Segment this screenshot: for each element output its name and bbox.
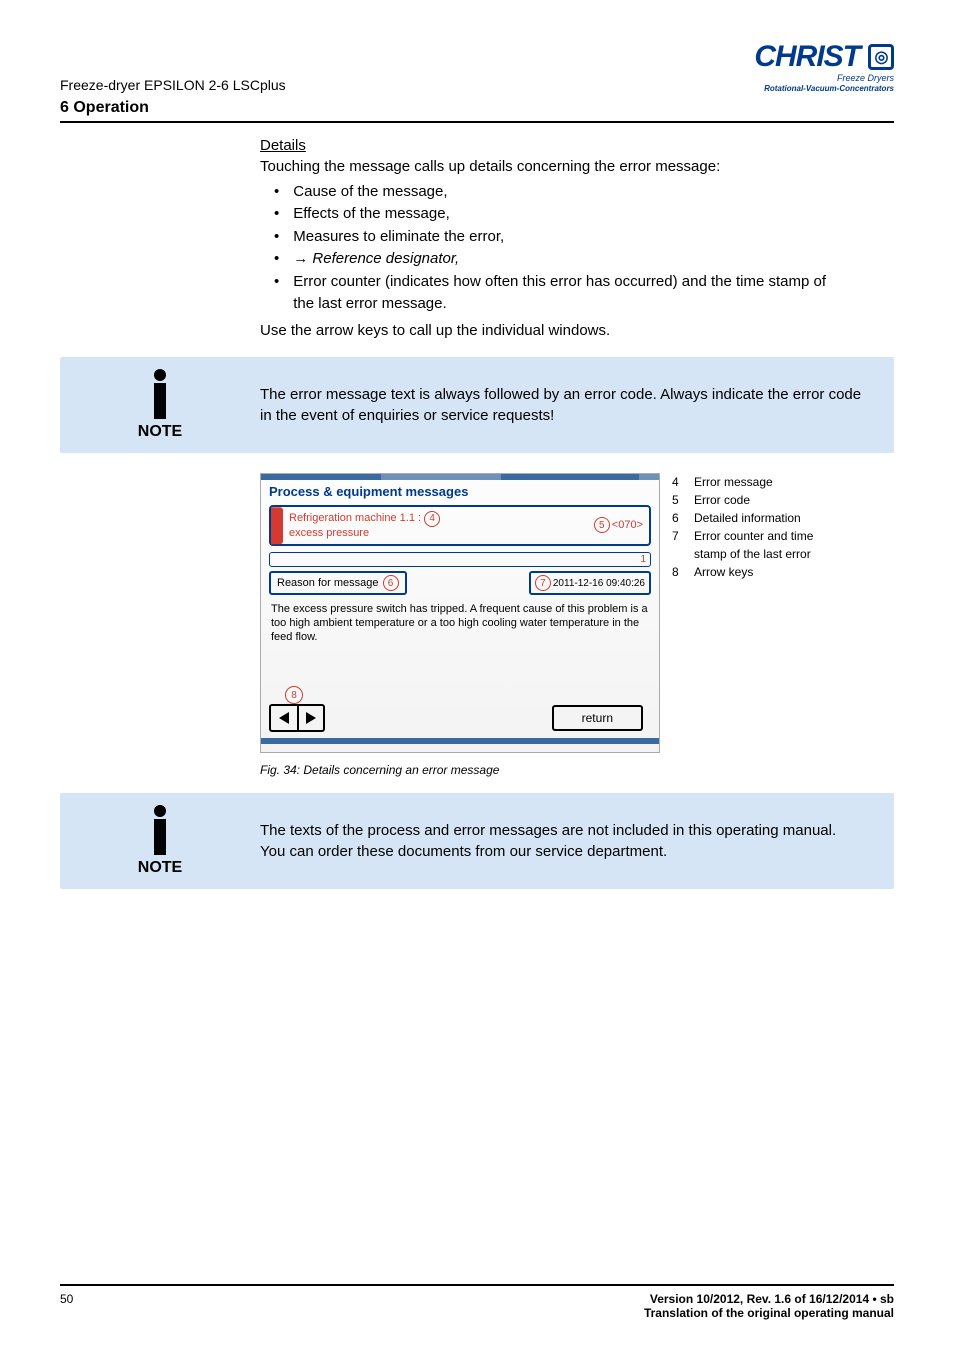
figure-legend: 4 Error message 5 Error code 6 Detailed inf… — [672, 473, 844, 753]
brand-logo: CHRIST ◎ Freeze Dryers Rotational-Vacuum… — [754, 40, 894, 93]
legend-text: Error message — [694, 473, 773, 491]
error-code: <070> — [612, 519, 643, 531]
logo-swirl-icon: ◎ — [868, 44, 894, 70]
note-label: NOTE — [60, 423, 260, 441]
note2-text2: You can order these documents from our s… — [260, 841, 836, 862]
timestamp-text: 2011-12-16 09:40:26 — [553, 578, 645, 589]
logo-text: CHRIST — [754, 40, 860, 74]
legend-text: Error counter and time stamp of the last… — [694, 527, 844, 563]
return-button[interactable]: return — [552, 705, 643, 731]
note2-text1: The texts of the process and error messa… — [260, 820, 836, 841]
note-block-1: NOTE The error message text is always fo… — [60, 357, 894, 453]
bullet-item: Measures to eliminate the error, — [293, 226, 504, 249]
error-details-screenshot: Process & equipment messages Refrigerati… — [260, 473, 660, 753]
legend-num: 8 — [672, 563, 684, 581]
footer-translation: Translation of the original operating ma… — [644, 1306, 894, 1320]
section-heading: 6 Operation — [60, 99, 894, 123]
callout-6-icon: 6 — [383, 575, 399, 591]
arrow-right-button[interactable] — [297, 706, 323, 730]
details-outro: Use the arrow keys to call up the indivi… — [260, 320, 840, 341]
error-message-box: Refrigeration machine 1.1 : 4 excess pre… — [269, 505, 651, 546]
callout-5-icon: 5 — [594, 517, 610, 533]
arrow-key-group[interactable]: 8 — [269, 704, 325, 732]
info-icon — [60, 805, 260, 855]
screenshot-bottom-bar — [261, 738, 659, 744]
legend-num: 5 — [672, 491, 684, 509]
footer-version: Version 10/2012, Rev. 1.6 of 16/12/2014 … — [644, 1292, 894, 1306]
details-intro: Touching the message calls up details co… — [260, 156, 840, 177]
note-label: NOTE — [60, 859, 260, 877]
error-counter: 1 — [269, 552, 651, 567]
logo-subtitle-2: Rotational-Vacuum-Concentrators — [754, 84, 894, 93]
logo-subtitle-1: Freeze Dryers — [754, 74, 894, 84]
doc-title: Freeze-dryer EPSILON 2-6 LSCplus — [60, 77, 286, 93]
page-number: 50 — [60, 1292, 73, 1320]
legend-num: 4 — [672, 473, 684, 491]
screenshot-top-bar — [261, 474, 659, 480]
reason-label: Reason for message — [277, 577, 379, 589]
callout-7-icon: 7 — [535, 575, 551, 591]
figure-caption: Fig. 34: Details concerning an error mes… — [260, 763, 894, 777]
arrow-left-icon — [279, 712, 289, 724]
details-bullets: Cause of the message, Effects of the mes… — [274, 181, 840, 316]
error-msg-line2: excess pressure — [289, 527, 369, 539]
legend-text: Detailed information — [694, 509, 801, 527]
details-heading: Details — [260, 137, 840, 154]
bullet-item: Error counter (indicates how often this … — [293, 271, 840, 316]
screenshot-title: Process & equipment messages — [261, 482, 659, 505]
error-side-tab — [271, 507, 283, 544]
arrow-right-icon — [306, 712, 316, 724]
legend-text: Arrow keys — [694, 563, 753, 581]
timestamp-box: 7 2011-12-16 09:40:26 — [529, 571, 651, 595]
legend-text: Error code — [694, 491, 750, 509]
page-footer: 50 Version 10/2012, Rev. 1.6 of 16/12/20… — [60, 1284, 894, 1320]
error-description: The excess pressure switch has tripped. … — [261, 595, 659, 704]
bullet-item: Effects of the message, — [293, 203, 449, 226]
legend-num: 6 — [672, 509, 684, 527]
note-block-2: NOTE The texts of the process and error … — [60, 793, 894, 889]
callout-4-icon: 4 — [424, 511, 440, 527]
bullet-item: → Reference designator, — [293, 248, 459, 271]
legend-num: 7 — [672, 527, 684, 563]
reason-box: Reason for message 6 — [269, 571, 407, 595]
bullet-item: Cause of the message, — [293, 181, 447, 204]
info-icon — [60, 369, 260, 419]
note-text: The error message text is always followe… — [260, 384, 874, 426]
arrow-left-button[interactable] — [271, 706, 297, 730]
error-msg-line1: Refrigeration machine 1.1 : — [289, 512, 421, 524]
